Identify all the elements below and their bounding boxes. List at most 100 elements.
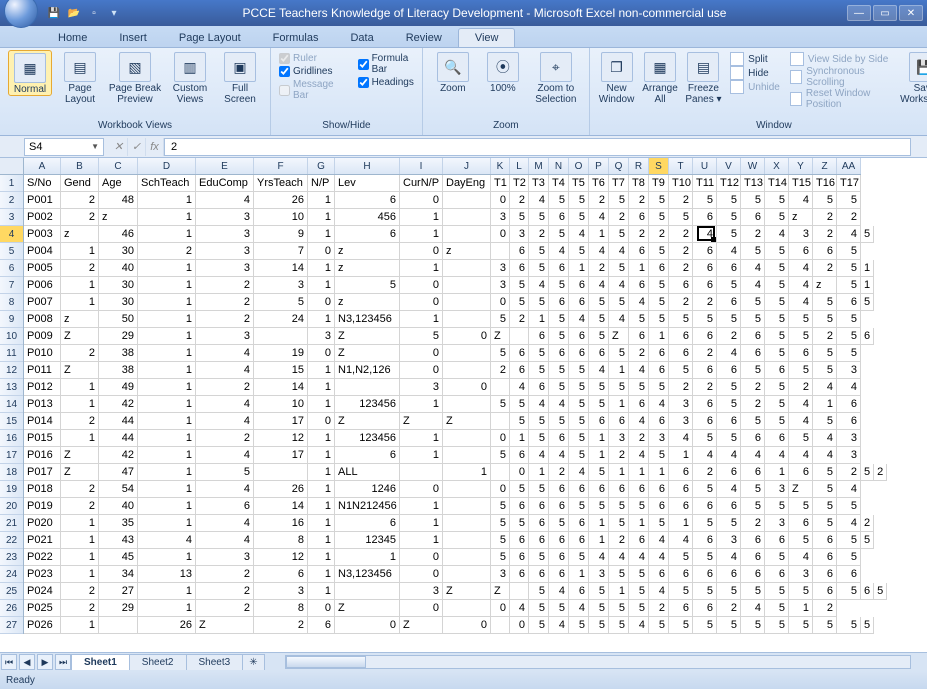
cell[interactable]: 5 — [549, 362, 569, 379]
cell[interactable]: 5 — [649, 277, 669, 294]
cell[interactable]: 0 — [308, 345, 335, 362]
cell[interactable]: 5 — [669, 362, 693, 379]
cell[interactable]: 5 — [609, 192, 629, 209]
header-cell[interactable]: Age — [99, 175, 138, 192]
cell[interactable]: 1 — [400, 515, 443, 532]
cell[interactable]: 4 — [549, 447, 569, 464]
cell[interactable]: 5 — [609, 566, 629, 583]
cell[interactable]: 5 — [717, 583, 741, 600]
cell[interactable]: 5 — [789, 617, 813, 634]
header-cell[interactable]: T11 — [693, 175, 717, 192]
row-header[interactable]: 2 — [0, 192, 23, 209]
cell[interactable]: 2 — [196, 430, 254, 447]
maximize-button[interactable]: ▭ — [873, 5, 897, 21]
cell[interactable]: 6 — [693, 243, 717, 260]
cell[interactable]: 4 — [196, 413, 254, 430]
cell[interactable]: 1 — [61, 515, 99, 532]
cell[interactable]: N1,N2,126 — [335, 362, 400, 379]
cell[interactable]: 1 — [308, 277, 335, 294]
cell[interactable]: 40 — [99, 498, 138, 515]
cell[interactable]: 1 — [308, 226, 335, 243]
cell[interactable]: 4 — [717, 549, 741, 566]
cell[interactable]: 1 — [308, 260, 335, 277]
cell[interactable]: 5 — [491, 396, 510, 413]
col-header[interactable]: J — [443, 158, 491, 174]
cell[interactable]: 1 — [308, 566, 335, 583]
cell[interactable]: 0 — [510, 617, 529, 634]
cell[interactable]: z — [813, 277, 837, 294]
cell[interactable]: 1 — [138, 294, 196, 311]
cell[interactable]: 30 — [99, 294, 138, 311]
cell[interactable]: P007 — [24, 294, 61, 311]
header-cell[interactable]: T17 — [837, 175, 861, 192]
cell[interactable] — [443, 430, 491, 447]
cell[interactable]: 6 — [589, 481, 609, 498]
cell[interactable]: 6 — [813, 243, 837, 260]
cell[interactable]: 5 — [569, 192, 589, 209]
cell[interactable]: 4 — [789, 277, 813, 294]
cell[interactable] — [443, 260, 491, 277]
cell[interactable]: 5 — [529, 583, 549, 600]
cell[interactable]: 6 — [649, 413, 669, 430]
freeze-panes-button[interactable]: ▤Freeze Panes ▾ — [685, 50, 722, 105]
cell[interactable]: 1 — [308, 311, 335, 328]
cell[interactable]: 6 — [741, 430, 765, 447]
cell[interactable]: N3,123456 — [335, 311, 400, 328]
cell[interactable]: 5 — [649, 209, 669, 226]
cell[interactable]: 123456 — [335, 396, 400, 413]
cell[interactable]: 6 — [629, 328, 649, 345]
cell[interactable]: 1 — [813, 396, 837, 413]
cell[interactable]: 0 — [400, 600, 443, 617]
cell[interactable]: 0 — [308, 413, 335, 430]
cell[interactable]: z — [789, 209, 813, 226]
row-header[interactable]: 14 — [0, 396, 23, 413]
cell[interactable]: 5 — [837, 311, 861, 328]
minimize-button[interactable]: — — [847, 5, 871, 21]
cell[interactable]: 2 — [196, 294, 254, 311]
cell[interactable]: 5 — [569, 447, 589, 464]
cell[interactable]: 12 — [254, 430, 308, 447]
cell[interactable]: 1 — [61, 617, 99, 634]
cell[interactable] — [335, 583, 400, 600]
cell[interactable]: 6 — [693, 277, 717, 294]
cell[interactable]: 6 — [549, 294, 569, 311]
cell[interactable]: 1 — [510, 430, 529, 447]
cell[interactable]: 6 — [629, 243, 649, 260]
cell[interactable] — [400, 464, 443, 481]
cell[interactable]: 29 — [99, 600, 138, 617]
cell[interactable]: 5 — [837, 192, 861, 209]
row-header[interactable]: 1 — [0, 175, 23, 192]
cell[interactable]: 0 — [491, 481, 510, 498]
cell[interactable]: Z — [443, 583, 491, 600]
close-button[interactable]: ✕ — [899, 5, 923, 21]
cell[interactable]: 1 — [308, 498, 335, 515]
row-headers[interactable]: 1234567891011121314151617181920212223242… — [0, 175, 24, 634]
cell[interactable]: 4 — [789, 260, 813, 277]
cell[interactable]: P009 — [24, 328, 61, 345]
cell[interactable]: 5 — [837, 260, 861, 277]
cell[interactable]: 6 — [649, 481, 669, 498]
cell[interactable]: 5 — [765, 209, 789, 226]
cell[interactable] — [491, 617, 510, 634]
cell[interactable]: 4 — [510, 379, 529, 396]
cell[interactable]: 1 — [308, 362, 335, 379]
cell[interactable]: 6 — [510, 345, 529, 362]
cell[interactable]: 0 — [400, 481, 443, 498]
cell[interactable]: 2 — [196, 277, 254, 294]
cell[interactable]: 5 — [569, 379, 589, 396]
formula-bar-checkbox[interactable]: Formula Bar — [358, 52, 414, 76]
cell[interactable]: P004 — [24, 243, 61, 260]
cell[interactable]: 1 — [308, 464, 335, 481]
cell[interactable]: 0 — [491, 294, 510, 311]
cell[interactable]: 6 — [693, 209, 717, 226]
cell[interactable]: 6 — [335, 447, 400, 464]
cell[interactable]: 5 — [741, 481, 765, 498]
cell[interactable]: 5 — [765, 311, 789, 328]
cell[interactable]: 54 — [99, 481, 138, 498]
cell[interactable]: 5 — [861, 532, 874, 549]
cell[interactable]: 5 — [741, 362, 765, 379]
cell[interactable]: 4 — [789, 192, 813, 209]
cell[interactable]: 5 — [741, 498, 765, 515]
cell[interactable] — [254, 328, 308, 345]
cell[interactable]: 2 — [837, 209, 861, 226]
